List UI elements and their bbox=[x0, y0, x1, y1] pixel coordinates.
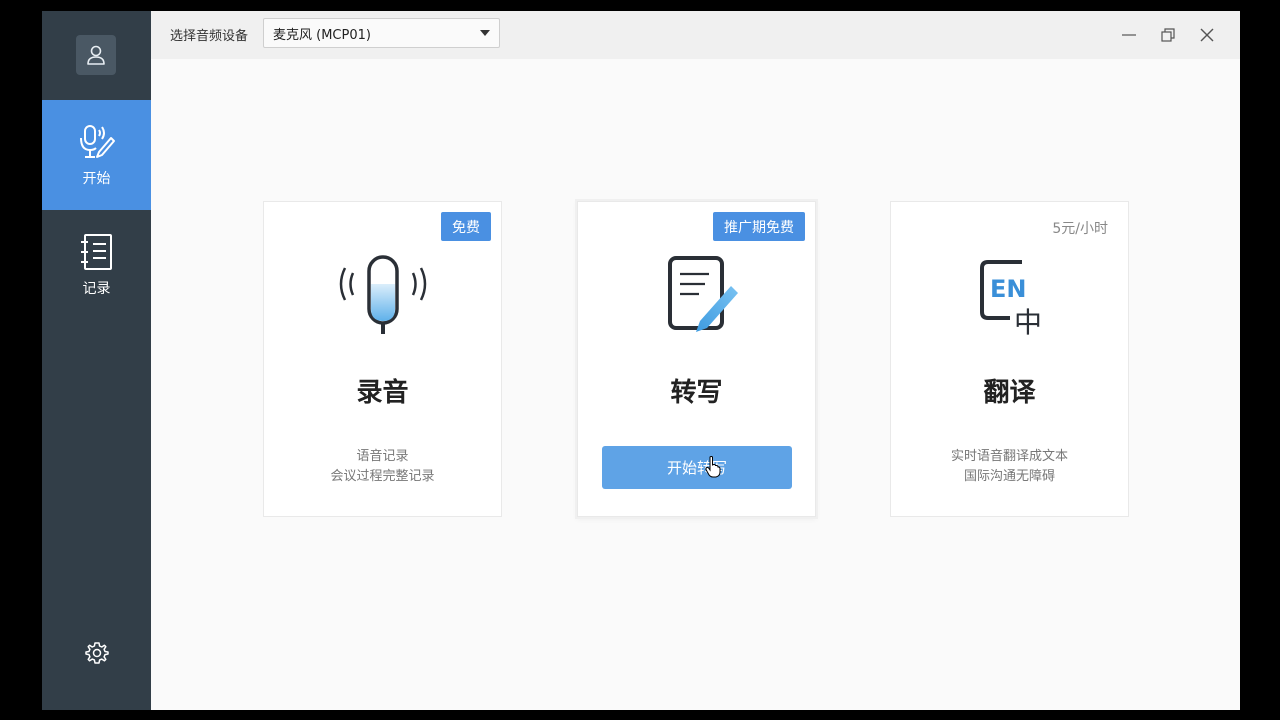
card-desc-line: 会议过程完整记录 bbox=[330, 469, 435, 484]
en-zh-translate-icon: EN 中 bbox=[960, 254, 1060, 338]
gear-icon bbox=[85, 642, 109, 664]
close-button[interactable] bbox=[1195, 23, 1219, 47]
notebook-icon bbox=[80, 234, 112, 270]
svg-text:EN: EN bbox=[990, 275, 1026, 303]
restore-icon bbox=[1161, 28, 1175, 42]
card-title: 转写 bbox=[670, 378, 723, 408]
user-avatar-button[interactable] bbox=[76, 35, 116, 75]
card-description: 语音记录 会议过程完整记录 bbox=[264, 447, 501, 487]
card-recording[interactable]: 免费 录音 语音记录 会议过程完整记录 bbox=[263, 201, 502, 517]
user-icon bbox=[87, 45, 105, 65]
card-desc-line: 实时语音翻译成文本 bbox=[950, 449, 1068, 464]
app-window: 开始 记录 选择音频设备 麦克风 (MCP01) 免费 录音 语音记录 会议过程… bbox=[42, 11, 1240, 710]
card-transcription[interactable]: 推广期免费 转写 开始转写 bbox=[577, 201, 816, 517]
promo-free-badge: 推广期免费 bbox=[713, 212, 805, 241]
sidebar-item-label: 记录 bbox=[82, 281, 111, 297]
card-desc-line: 国际沟通无障碍 bbox=[963, 469, 1055, 484]
minimize-button[interactable] bbox=[1117, 23, 1141, 47]
audio-device-select[interactable]: 麦克风 (MCP01) bbox=[263, 18, 500, 48]
close-icon bbox=[1200, 28, 1214, 42]
settings-button[interactable] bbox=[84, 640, 110, 666]
minimize-icon bbox=[1122, 34, 1136, 36]
card-title: 翻译 bbox=[983, 378, 1036, 408]
top-bar: 选择音频设备 麦克风 (MCP01) bbox=[151, 11, 1240, 59]
document-pen-icon bbox=[647, 254, 747, 338]
start-transcription-button[interactable]: 开始转写 bbox=[602, 446, 792, 489]
card-title: 录音 bbox=[356, 378, 409, 408]
card-translation[interactable]: 5元/小时 EN 中 翻译 实时语音翻译成文本 国际沟通无障碍 bbox=[890, 201, 1129, 517]
mic-pen-icon bbox=[79, 125, 115, 158]
sidebar-item-start[interactable]: 开始 bbox=[42, 100, 151, 210]
sidebar: 开始 记录 bbox=[42, 11, 151, 710]
card-desc-line: 语音记录 bbox=[356, 449, 409, 464]
hand-cursor-icon bbox=[705, 456, 721, 478]
free-badge: 免费 bbox=[441, 212, 491, 241]
sidebar-item-records[interactable]: 记录 bbox=[42, 210, 151, 320]
restore-button[interactable] bbox=[1156, 23, 1180, 47]
svg-text:中: 中 bbox=[1014, 306, 1042, 338]
price-label: 5元/小时 bbox=[1052, 221, 1108, 237]
dropdown-arrow-icon bbox=[480, 30, 490, 36]
audio-device-value: 麦克风 (MCP01) bbox=[273, 27, 371, 43]
microphone-icon bbox=[333, 254, 433, 338]
card-description: 实时语音翻译成文本 国际沟通无障碍 bbox=[891, 447, 1128, 487]
audio-device-label: 选择音频设备 bbox=[170, 29, 249, 44]
sidebar-item-label: 开始 bbox=[82, 171, 111, 187]
